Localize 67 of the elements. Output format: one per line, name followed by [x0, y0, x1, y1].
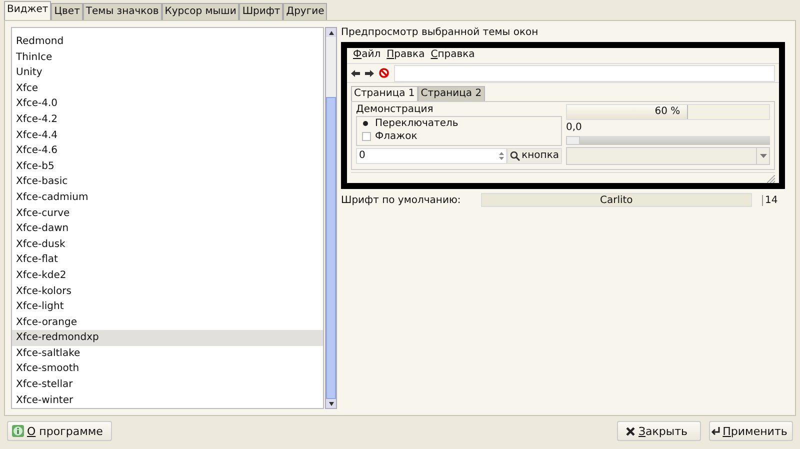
- list-item[interactable]: Xfce-light: [12, 299, 323, 315]
- scrollbar[interactable]: [325, 27, 337, 409]
- list-item[interactable]: Xfce-kolors: [12, 284, 323, 300]
- close-icon: [626, 426, 636, 436]
- enter-icon: [710, 427, 720, 435]
- list-item[interactable]: Xfce-4.4: [12, 128, 323, 144]
- checkbox[interactable]: [362, 132, 371, 141]
- search-icon: [510, 151, 520, 161]
- radio-label: Переключатель: [375, 118, 458, 130]
- list-item[interactable]: Xfce-redmondxp: [12, 330, 323, 346]
- forward-icon[interactable]: [365, 70, 374, 76]
- tab[interactable]: Страница 2: [418, 86, 485, 101]
- list-item[interactable]: Xfce-basic: [12, 174, 323, 190]
- list-item[interactable]: Xfce-dawn: [12, 221, 323, 237]
- list-item[interactable]: Xfce-winter: [12, 392, 323, 408]
- list-item[interactable]: Xfce-4.2: [12, 112, 323, 128]
- list-item[interactable]: Xfce-orange: [12, 314, 323, 330]
- list-item[interactable]: Xfce-dusk: [12, 236, 323, 252]
- close-button[interactable]: Закрыть: [617, 421, 701, 441]
- info-icon: [12, 425, 24, 437]
- tab[interactable]: Темы значков: [82, 3, 162, 20]
- scroll-up-icon[interactable]: [328, 30, 334, 34]
- list-item[interactable]: ThinIce: [12, 50, 323, 66]
- about-button[interactable]: О программе: [7, 421, 112, 441]
- scroll-down-icon[interactable]: [328, 402, 334, 406]
- spin-arrows-icon[interactable]: [498, 151, 504, 161]
- list-item[interactable]: Xfce-smooth: [12, 361, 323, 378]
- tab[interactable]: Другие: [283, 3, 328, 20]
- progress-bar: 60 %: [566, 104, 770, 120]
- stop-icon[interactable]: [379, 68, 389, 78]
- group-label: Демонстрация: [356, 104, 434, 116]
- apply-button[interactable]: Применить: [709, 421, 793, 441]
- list-item[interactable]: Unity: [12, 65, 323, 81]
- menu-item[interactable]: Файл: [353, 49, 381, 62]
- tab[interactable]: Курсор мыши: [162, 3, 240, 20]
- resize-grip-icon[interactable]: [767, 175, 775, 183]
- list-item[interactable]: Xfce-flat: [12, 252, 323, 268]
- font-label: Шрифт по умолчанию:: [341, 194, 461, 206]
- caret-icon: [760, 154, 766, 158]
- list-item[interactable]: Xfce-saltlake: [12, 346, 323, 362]
- radio-button[interactable]: [363, 121, 368, 126]
- menu-item[interactable]: Справка: [430, 49, 475, 62]
- search-button[interactable]: кнопка: [506, 148, 562, 164]
- address-field[interactable]: [394, 64, 775, 82]
- scrollbar-thumb[interactable]: [326, 97, 336, 399]
- preview-title: Предпросмотр выбранной темы окон: [341, 27, 540, 38]
- font-button[interactable]: Carlito: [480, 193, 752, 207]
- list-item[interactable]: Xfce-4.0: [12, 96, 323, 112]
- font-size: 14: [762, 194, 785, 206]
- spin-field[interactable]: 0: [356, 148, 507, 164]
- tab[interactable]: Цвет: [51, 3, 83, 20]
- list-item[interactable]: Xfce: [12, 80, 323, 96]
- tab[interactable]: Страница 1: [351, 86, 418, 101]
- menu-item[interactable]: Правка: [386, 49, 425, 62]
- list-item[interactable]: Xfce-stellar: [12, 377, 323, 393]
- list-item[interactable]: Xfce-kde2: [12, 268, 323, 284]
- tab[interactable]: Виджет: [4, 1, 52, 20]
- scale-value: 0,0: [566, 122, 583, 134]
- slider[interactable]: [566, 136, 770, 145]
- list-item[interactable]: Redmond: [12, 34, 323, 50]
- back-icon[interactable]: [351, 70, 360, 76]
- checkbox-label: Флажок: [375, 130, 418, 142]
- list-item[interactable]: Xfce-4.6: [12, 143, 323, 159]
- tab[interactable]: Шрифт: [239, 3, 284, 20]
- list-item[interactable]: Xfce-curve: [12, 206, 323, 222]
- list-item[interactable]: Xfce-b5: [12, 158, 323, 174]
- list-item[interactable]: Xfce-cadmium: [12, 190, 323, 206]
